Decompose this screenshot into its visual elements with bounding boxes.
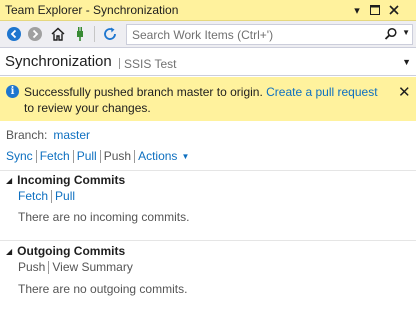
page-header: Synchronization SSIS Test ▼ (0, 48, 416, 76)
forward-icon[interactable] (26, 25, 44, 43)
search-options-dropdown-icon[interactable]: ▼ (402, 28, 410, 37)
divider (134, 149, 136, 163)
incoming-commits-header[interactable]: ◢ Incoming Commits (6, 173, 125, 187)
incoming-commits-title: Incoming Commits (17, 173, 126, 187)
outgoing-empty-message: There are no outgoing commits. (18, 282, 188, 296)
close-icon[interactable] (386, 2, 402, 18)
dismiss-notification-icon[interactable]: ✕ (398, 83, 411, 101)
push-link[interactable]: Push (104, 149, 131, 163)
refresh-icon[interactable] (101, 25, 119, 43)
divider (48, 260, 50, 274)
branch-row: Branch: master (6, 128, 90, 142)
back-icon[interactable] (5, 25, 23, 43)
header-separator (119, 58, 120, 69)
window-title-bar: Team Explorer - Synchronization ▾ (0, 0, 416, 21)
fetch-link[interactable]: Fetch (40, 149, 70, 163)
window-title: Team Explorer - Synchronization (5, 3, 179, 17)
outgoing-push-link[interactable]: Push (18, 260, 45, 274)
page-title: Synchronization (5, 53, 112, 70)
window-dropdown-icon[interactable]: ▾ (349, 2, 365, 18)
search-icon[interactable] (384, 27, 398, 41)
connect-plug-icon[interactable] (71, 25, 89, 43)
home-icon[interactable] (49, 25, 67, 43)
sync-actions: Sync Fetch Pull Push Actions ▼ (6, 149, 189, 163)
actions-dropdown-icon[interactable]: ▼ (181, 152, 189, 161)
incoming-actions: Fetch Pull (18, 189, 75, 203)
branch-label: Branch: (6, 128, 48, 142)
sync-link[interactable]: Sync (6, 149, 33, 163)
incoming-fetch-link[interactable]: Fetch (18, 189, 48, 203)
collapse-icon[interactable]: ◢ (6, 247, 12, 256)
search-box[interactable]: ▼ (126, 24, 413, 45)
notification-bar: i Successfully pushed branch master to o… (0, 77, 416, 121)
incoming-empty-message: There are no incoming commits. (18, 210, 190, 224)
incoming-pull-link[interactable]: Pull (55, 189, 75, 203)
notification-text-tail: to review your changes. (24, 101, 151, 115)
pull-link[interactable]: Pull (77, 149, 97, 163)
page-subtitle: SSIS Test (124, 57, 177, 71)
branch-value-link[interactable]: master (53, 128, 90, 142)
notification-message: Successfully pushed branch master to ori… (24, 84, 389, 116)
outgoing-actions: Push View Summary (18, 260, 133, 274)
toolbar-separator (94, 26, 95, 42)
outgoing-commits-header[interactable]: ◢ Outgoing Commits (6, 244, 125, 258)
divider (35, 149, 37, 163)
divider-line (0, 170, 416, 171)
divider (51, 189, 53, 203)
view-summary-link[interactable]: View Summary (52, 260, 132, 274)
info-icon: i (6, 85, 19, 98)
divider-line (0, 240, 416, 241)
outgoing-commits-title: Outgoing Commits (17, 244, 126, 258)
notification-text: Successfully pushed branch master to ori… (24, 85, 263, 99)
create-pull-request-link[interactable]: Create a pull request (266, 85, 377, 99)
divider (72, 149, 74, 163)
toolbar: ▼ (0, 21, 416, 48)
collapse-icon[interactable]: ◢ (6, 176, 12, 185)
actions-menu[interactable]: Actions (138, 149, 177, 163)
search-input[interactable] (127, 25, 382, 44)
maximize-icon[interactable] (367, 2, 383, 18)
page-dropdown-icon[interactable]: ▼ (402, 57, 411, 67)
divider (99, 149, 101, 163)
